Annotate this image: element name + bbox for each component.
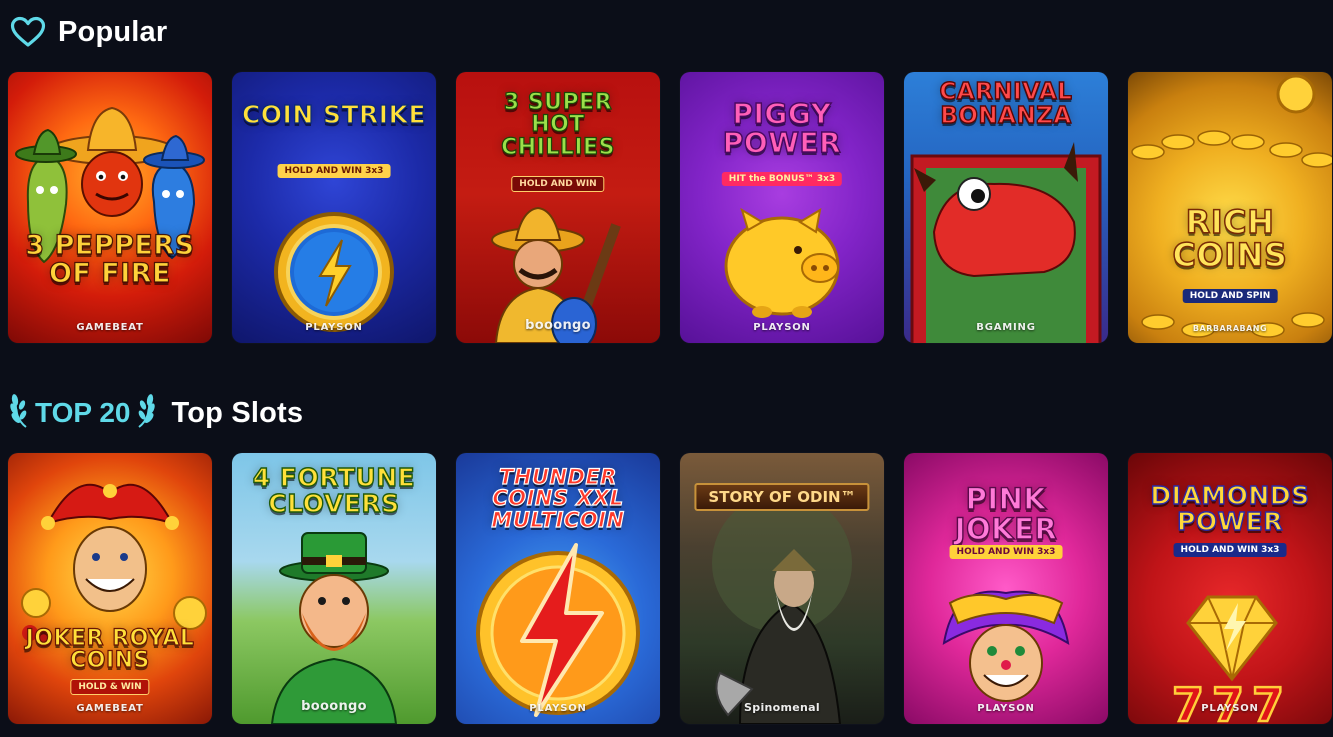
top-slots-section-title: Top Slots — [171, 396, 304, 429]
game-title: STORY OF ODIN™ — [694, 483, 870, 511]
provider-logo: booongo — [525, 318, 591, 333]
provider-logo: booongo — [301, 699, 367, 714]
svg-text:7: 7 — [1212, 678, 1244, 724]
top-slots-games-row: JOKER ROYAL COINS HOLD & WIN GAMEBEAT 4 … — [8, 453, 1332, 724]
game-card-thunder-coins-xxl-multicoin[interactable]: THUNDER COINS XXL MULTICOIN PLAYSON — [456, 453, 660, 724]
game-title: 4 FORTUNE CLOVERS — [252, 463, 416, 518]
provider-logo: PLAYSON — [977, 703, 1035, 714]
game-card-joker-royal-coins[interactable]: JOKER ROYAL COINS HOLD & WIN GAMEBEAT — [8, 453, 212, 724]
provider-logo: PLAYSON — [753, 322, 811, 333]
svg-text:7: 7 — [1172, 678, 1204, 724]
laurel-left-icon — [10, 392, 32, 435]
provider-logo: PLAYSON — [529, 703, 587, 714]
game-card-3-peppers-of-fire[interactable]: 3 PEPPERS OF FIRE GAMEBEAT — [8, 72, 212, 343]
provider-logo: Spinomenal — [744, 701, 820, 714]
game-title: DIAMONDS POWER — [1150, 481, 1310, 536]
popular-section-header: Popular — [10, 12, 167, 52]
game-card-carnival-bonanza[interactable]: CARNIVAL BONANZA BGAMING — [904, 72, 1108, 343]
game-card-3-super-hot-chillies[interactable]: 3 SUPER HOT CHILLIES HOLD AND WIN booong… — [456, 72, 660, 343]
heart-icon — [10, 16, 46, 48]
svg-text:7: 7 — [1252, 678, 1284, 724]
game-card-coin-strike[interactable]: COIN STRIKE HOLD AND WIN 3x3 PLAYSON — [232, 72, 436, 343]
game-subtitle: HOLD AND WIN 3x3 — [1173, 543, 1287, 557]
provider-logo: BGAMING — [976, 322, 1036, 333]
game-title: PIGGY POWER — [722, 97, 842, 159]
game-card-piggy-power[interactable]: PIGGY POWER HIT the BONUS™ 3x3 PLAYSON — [680, 72, 884, 343]
game-card-rich-coins[interactable]: RICH COINS HOLD AND SPIN BARBARABANG — [1128, 72, 1332, 343]
popular-section-title: Popular — [58, 15, 168, 48]
provider-logo: PLAYSON — [1201, 703, 1259, 714]
game-title: PINK JOKER — [954, 482, 1058, 546]
game-title: RICH COINS — [1172, 203, 1288, 274]
game-title: 3 SUPER HOT CHILLIES — [500, 90, 615, 160]
game-artwork — [8, 72, 212, 343]
game-title: THUNDER COINS XXL MULTICOIN — [491, 465, 625, 532]
game-subtitle: HOLD AND WIN 3x3 — [277, 164, 391, 178]
game-card-pink-joker[interactable]: PINK JOKER HOLD AND WIN 3x3 PLAYSON — [904, 453, 1108, 724]
top20-badge: TOP 20 — [10, 392, 156, 435]
game-subtitle: HOLD AND SPIN — [1182, 289, 1278, 303]
game-title: JOKER ROYAL COINS — [25, 626, 195, 674]
provider-logo: GAMEBEAT — [76, 322, 144, 333]
game-card-story-of-odin[interactable]: STORY OF ODIN™ Spinomenal — [680, 453, 884, 724]
game-card-4-fortune-clovers[interactable]: 4 FORTUNE CLOVERS booongo — [232, 453, 436, 724]
top-slots-section-header: TOP 20 Top Slots — [10, 393, 303, 433]
game-title: COIN STRIKE — [241, 100, 427, 129]
popular-games-row: 3 PEPPERS OF FIRE GAMEBEAT COIN STRIKE H… — [8, 72, 1332, 343]
provider-logo: PLAYSON — [305, 322, 363, 333]
game-title: 3 PEPPERS OF FIRE — [25, 230, 195, 289]
provider-logo: GAMEBEAT — [76, 703, 144, 714]
game-subtitle: HOLD & WIN — [70, 679, 150, 695]
game-card-diamonds-power[interactable]: 777 DIAMONDS POWER HOLD AND WIN 3x3 PLAY… — [1128, 453, 1332, 724]
laurel-right-icon — [133, 392, 156, 435]
top20-label: TOP 20 — [35, 397, 131, 428]
game-subtitle: HOLD AND WIN — [511, 176, 605, 192]
game-title: CARNIVAL BONANZA — [939, 79, 1073, 130]
game-subtitle: HOLD AND WIN 3x3 — [949, 545, 1063, 559]
provider-logo: BARBARABANG — [1192, 324, 1268, 333]
game-subtitle: HIT the BONUS™ 3x3 — [721, 172, 843, 186]
